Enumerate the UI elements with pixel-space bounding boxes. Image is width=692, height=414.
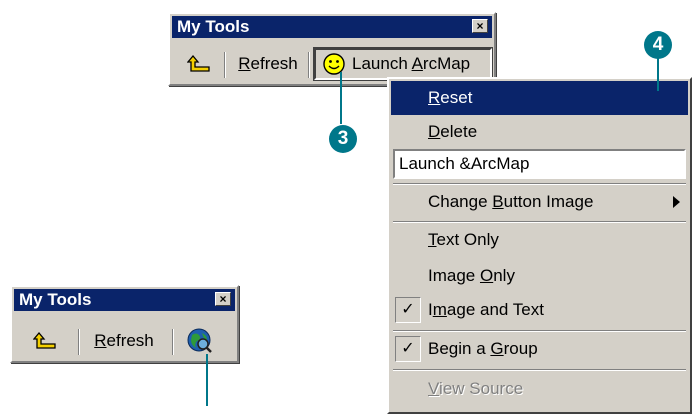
toolbar-title-bar[interactable]: My Tools ×: [172, 16, 492, 38]
submenu-arrow-icon: [673, 196, 680, 208]
toolbar-separator: [308, 52, 310, 78]
callout-3: 3: [329, 125, 357, 153]
menu-separator: [393, 369, 686, 371]
folder-up-arrow-icon: [186, 54, 210, 72]
my-tools-toolbar-bottom: My Tools × Refresh: [10, 285, 239, 363]
menu-item-change-button-image[interactable]: Change Button Image: [391, 185, 688, 219]
globe-button[interactable]: [180, 325, 220, 357]
checkmark-icon: ✓: [395, 336, 421, 362]
globe-magnifier-icon: [187, 328, 212, 353]
toolbar-separator: [224, 52, 226, 78]
close-icon[interactable]: ×: [215, 292, 231, 306]
folder-up-arrow-icon: [32, 331, 56, 349]
toolbar-buttons-row: Refresh: [14, 323, 235, 359]
toolbar-title: My Tools: [19, 290, 92, 309]
toolbar-separator: [172, 329, 174, 355]
checkmark-icon: ✓: [395, 297, 421, 323]
menu-item-begin-a-group[interactable]: ✓ Begin a Group: [391, 332, 688, 366]
refresh-button[interactable]: Refresh: [230, 48, 306, 80]
button-context-menu: Reset Delete Launch &ArcMap Change Butto…: [387, 77, 692, 414]
go-up-button[interactable]: [24, 325, 66, 357]
menu-item-image-and-text[interactable]: ✓ Image and Text: [391, 293, 688, 327]
refresh-button[interactable]: Refresh: [84, 325, 164, 357]
callout-4-leader: [657, 57, 659, 91]
toolbar-title: My Tools: [177, 17, 250, 36]
launch-arcmap-label: Launch ArcMap: [352, 54, 471, 73]
menu-item-view-source: View Source: [428, 379, 524, 398]
menu-item-delete[interactable]: Delete: [391, 115, 688, 149]
smiley-face-icon: [323, 53, 345, 75]
menu-item-reset[interactable]: Reset: [391, 81, 688, 115]
go-up-button[interactable]: [178, 48, 220, 80]
callout-globe-leader: [206, 354, 208, 406]
menu-item-image-only[interactable]: Image Only: [391, 259, 688, 293]
menu-item-text-only[interactable]: Text Only: [391, 223, 688, 257]
my-tools-toolbar-top: My Tools × Refresh Launch ArcMap: [168, 12, 496, 86]
callout-3-leader: [340, 72, 342, 124]
toolbar-title-bar[interactable]: My Tools ×: [14, 289, 235, 311]
toolbar-separator: [78, 329, 80, 355]
close-icon[interactable]: ×: [472, 19, 488, 33]
callout-4: 4: [644, 31, 672, 59]
button-name-field[interactable]: Launch &ArcMap: [393, 149, 686, 179]
